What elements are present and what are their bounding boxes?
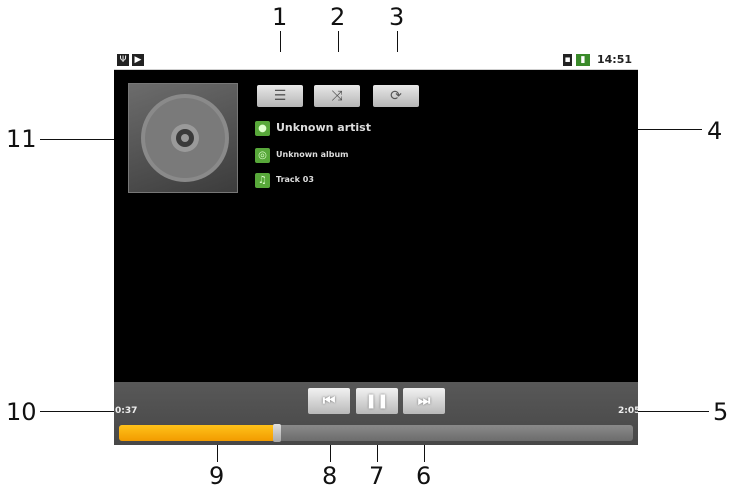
previous-icon: ⏮ (322, 393, 336, 409)
play-notification-icon: ▶ (132, 54, 144, 66)
repeat-button[interactable]: ⟳ (373, 85, 419, 107)
previous-button[interactable]: ⏮ (308, 388, 350, 414)
callout-4: 4 (707, 117, 723, 145)
callout-line-10 (40, 411, 116, 412)
callout-line-11 (40, 139, 124, 140)
callout-7: 7 (369, 462, 385, 490)
seek-bar[interactable] (119, 424, 633, 442)
pause-icon: ❚❚ (365, 393, 389, 409)
callout-8: 8 (322, 462, 338, 490)
status-bar: Ψ ▶ ▪ ▮ 14:51 (114, 52, 638, 70)
note-icon: ♫ (255, 173, 270, 188)
disc-icon (141, 94, 229, 182)
playlist-icon: ☰ (273, 88, 287, 104)
playback-controls: ⏮ ❚❚ ⏭ 0:37 2:05 (114, 382, 638, 445)
callout-line-5 (636, 411, 709, 412)
callout-6: 6 (416, 462, 432, 490)
next-button[interactable]: ⏭ (403, 388, 445, 414)
callout-11: 11 (6, 125, 37, 153)
repeat-icon: ⟳ (390, 88, 402, 104)
battery-icon: ▮ (576, 54, 590, 66)
pause-button[interactable]: ❚❚ (356, 388, 398, 414)
shuffle-button[interactable]: ⤨ (314, 85, 360, 107)
callout-10: 10 (6, 398, 37, 426)
seek-thumb[interactable] (273, 424, 281, 442)
callout-1: 1 (272, 3, 288, 31)
sdcard-icon: ▪ (563, 54, 572, 66)
album-icon: ◎ (255, 148, 270, 163)
callout-5: 5 (713, 398, 729, 426)
music-player-screen: Ψ ▶ ▪ ▮ 14:51 ☰ ⤨ ⟳ ● Unknown artist ◎ U… (114, 52, 638, 445)
status-clock: 14:51 (596, 53, 632, 66)
callout-9: 9 (209, 462, 225, 490)
playlist-button[interactable]: ☰ (257, 85, 303, 107)
elapsed-time: 0:37 (115, 406, 138, 416)
microphone-icon: ● (255, 121, 270, 136)
callout-2: 2 (330, 3, 346, 31)
total-time: 2:05 (618, 406, 638, 416)
next-icon: ⏭ (417, 393, 431, 409)
seek-progress (119, 425, 273, 441)
album-name: Unknown album (276, 150, 349, 159)
shuffle-icon: ⤨ (331, 88, 343, 104)
artist-name: Unknown artist (276, 121, 371, 134)
album-art (128, 83, 238, 193)
callout-3: 3 (389, 3, 405, 31)
usb-icon: Ψ (117, 54, 129, 66)
track-name: Track 03 (276, 175, 314, 184)
